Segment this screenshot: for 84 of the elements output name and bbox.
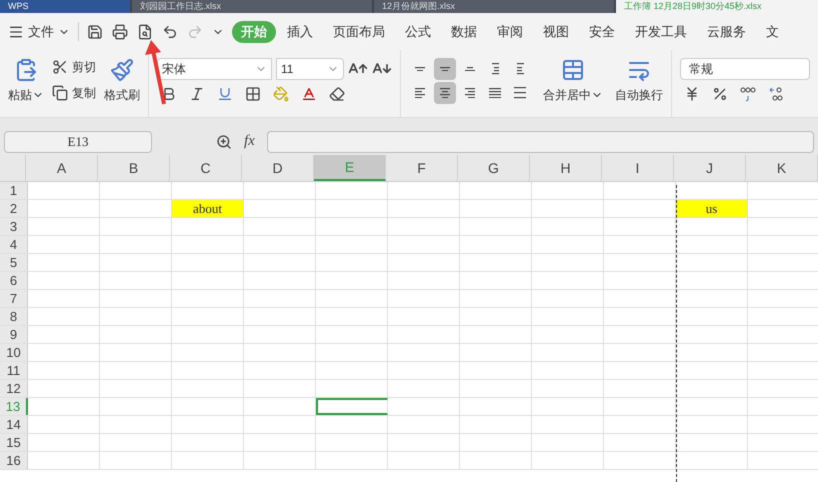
ribbon-tab[interactable]: 插入	[278, 20, 322, 42]
window-tab[interactable]: WPS	[0, 0, 130, 13]
menu-icon	[8, 24, 24, 40]
alignment-button[interactable]	[434, 82, 456, 104]
fill-color-icon[interactable]	[273, 86, 289, 102]
ribbon-tab[interactable]: 审阅	[488, 20, 532, 42]
alignment-icon	[415, 66, 425, 72]
format-painter-button[interactable]: 格式刷	[104, 58, 140, 104]
column-header[interactable]: F	[386, 155, 458, 181]
alignment-icon	[440, 88, 450, 98]
row-header[interactable]: 5	[0, 254, 28, 271]
clipboard-icon	[14, 58, 38, 82]
alignment-icon	[516, 63, 524, 75]
column-header[interactable]: K	[746, 155, 818, 181]
column-header[interactable]: C	[170, 155, 242, 181]
column-header[interactable]: J	[674, 155, 746, 181]
scissors-icon	[52, 59, 68, 75]
function-button[interactable]: fx	[244, 134, 255, 149]
column-header[interactable]: H	[530, 155, 602, 181]
alignment-icon	[492, 63, 498, 75]
window-tab[interactable]: 12月份就网图.xlsx	[374, 0, 614, 13]
borders-icon[interactable]	[245, 86, 261, 102]
row-header[interactable]: 11	[0, 362, 28, 379]
table-cell: about	[172, 200, 244, 217]
font-size-field[interactable]: 11	[276, 58, 344, 80]
alignment-button[interactable]	[434, 58, 456, 80]
ribbon-tab[interactable]: 页面布局	[324, 20, 394, 42]
undo-icon[interactable]	[162, 24, 178, 40]
ribbon-tab[interactable]: 云服务	[698, 20, 755, 42]
print-icon[interactable]	[112, 24, 128, 40]
file-menu[interactable]: 文件	[8, 22, 79, 42]
row-header[interactable]: 16	[0, 452, 28, 469]
alignment-icon	[465, 88, 475, 98]
underline-icon[interactable]	[217, 86, 233, 102]
row-header[interactable]: 10	[0, 344, 28, 361]
table-cell: us	[676, 200, 748, 217]
alignment-icon	[489, 88, 501, 98]
copy-icon	[52, 85, 68, 101]
row-header[interactable]: 2	[0, 200, 28, 217]
search-icon[interactable]	[216, 134, 232, 150]
column-header[interactable]: G	[458, 155, 530, 181]
ribbon-tab[interactable]: 文	[757, 20, 788, 42]
print-preview-icon[interactable]	[137, 24, 153, 40]
row-header[interactable]: 1	[0, 182, 28, 199]
wrap-text-button[interactable]: 自动换行	[615, 58, 663, 104]
row-header[interactable]: 3	[0, 218, 28, 235]
row-header[interactable]: 7	[0, 290, 28, 307]
row-header[interactable]: 14	[0, 416, 28, 433]
alignment-icon	[440, 66, 450, 72]
window-tab[interactable]: 刘园园工作日志.xlsx	[132, 0, 372, 13]
ribbon-tab[interactable]: 公式	[396, 20, 440, 42]
paintbrush-icon	[110, 58, 134, 82]
font-color-icon[interactable]	[301, 86, 317, 102]
column-header[interactable]: I	[602, 155, 674, 181]
italic-icon[interactable]	[189, 86, 205, 102]
decimal-icon[interactable]	[768, 86, 784, 102]
row-header[interactable]: 15	[0, 434, 28, 451]
cut-button[interactable]: 剪切	[52, 58, 96, 76]
number-format-field[interactable]: 常规	[680, 58, 810, 80]
name-box[interactable]: E13	[4, 130, 152, 152]
column-header[interactable]: A	[26, 155, 98, 181]
formula-field[interactable]	[266, 130, 814, 152]
row-header[interactable]: 8	[0, 308, 28, 325]
ribbon-tab[interactable]: 数据	[442, 20, 486, 42]
font-name-field[interactable]: 宋体	[157, 58, 272, 80]
ribbon-tab[interactable]: 开发工具	[626, 20, 696, 42]
row-header[interactable]: 12	[0, 380, 28, 397]
alignment-icon	[465, 66, 475, 72]
ribbon-tab[interactable]: 安全	[580, 20, 624, 42]
alignment-icon	[514, 87, 526, 99]
row-header[interactable]: 4	[0, 236, 28, 253]
paste-button[interactable]: 粘贴	[8, 58, 44, 104]
ribbon-tab[interactable]: 视图	[534, 20, 578, 42]
thousands-separator-icon[interactable]	[740, 86, 756, 102]
percent-icon[interactable]	[712, 86, 728, 102]
row-header[interactable]: 9	[0, 326, 28, 343]
save-icon[interactable]	[87, 24, 103, 40]
copy-button[interactable]: 复制	[52, 84, 96, 102]
column-header[interactable]: B	[98, 155, 170, 181]
eraser-icon[interactable]	[329, 86, 345, 102]
alignment-icon	[415, 88, 425, 98]
merge-cells-icon	[561, 58, 585, 82]
row-header[interactable]: 6	[0, 272, 28, 289]
merge-center-button[interactable]: 合并居中	[543, 58, 603, 104]
